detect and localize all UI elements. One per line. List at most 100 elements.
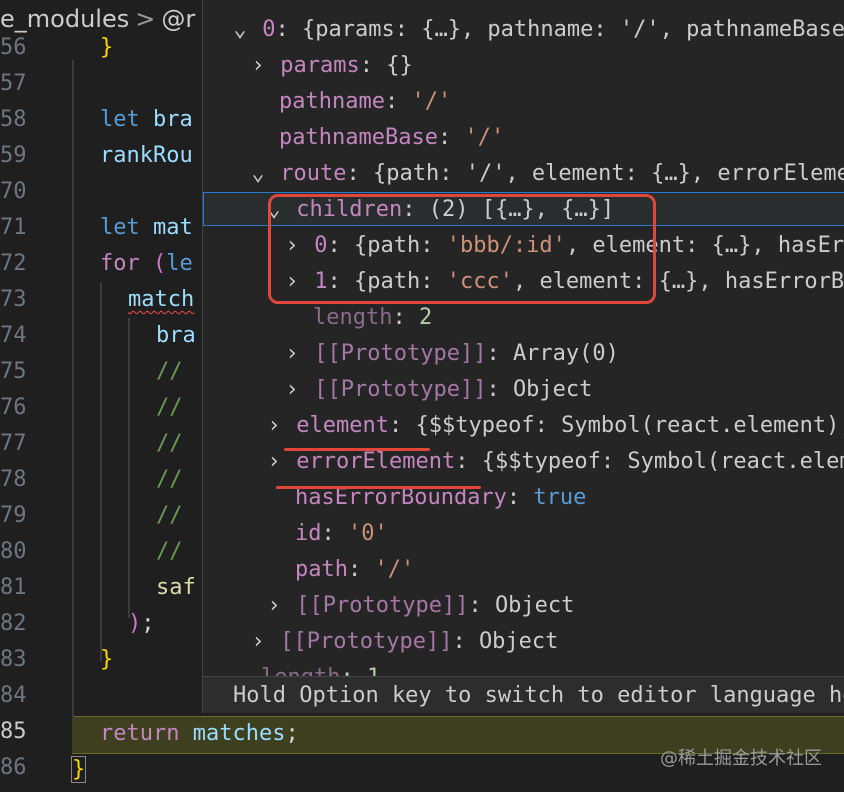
tree-row-partial[interactable]: length: 1	[261, 660, 380, 676]
hover-status-bar: Hold Option key to switch to editor lang…	[203, 676, 844, 713]
close-paren: )	[128, 611, 142, 636]
tree-value: '/'	[411, 89, 452, 114]
line-number: 83	[0, 647, 27, 672]
tree-row[interactable]: pathname: '/'	[279, 84, 451, 120]
code-line[interactable]: for (le	[100, 246, 193, 282]
keyword-return: return	[100, 721, 180, 746]
annotation-underline	[284, 448, 430, 451]
tree-value: 2	[418, 305, 433, 330]
code-line[interactable]: );	[128, 606, 155, 642]
comment-line[interactable]: //	[156, 390, 183, 426]
tree-key: errorElement	[296, 449, 456, 474]
colon: :	[388, 413, 403, 438]
variable-matches[interactable]: matches	[193, 721, 286, 746]
code-line[interactable]: }	[70, 752, 87, 788]
tree-row[interactable]: path: '/'	[295, 552, 414, 588]
indent-guide	[100, 282, 102, 662]
comment-line[interactable]: //	[156, 534, 183, 570]
tree-value: {$$typeof: Symbol(react.element),	[415, 413, 844, 438]
chevron-right-icon[interactable]: ›	[265, 408, 283, 444]
colon: :	[347, 557, 362, 582]
tree-row[interactable]: length: 2	[313, 300, 432, 336]
breadcrumb-segment[interactable]: @r	[161, 5, 195, 33]
comment-line[interactable]: //	[156, 498, 183, 534]
closing-brace: }	[100, 647, 114, 672]
tree-row[interactable]: › [[Prototype]]: Object	[265, 588, 574, 624]
comment-line[interactable]: //	[156, 354, 183, 390]
keyword-let: let	[100, 107, 140, 132]
tree-row[interactable]: pathnameBase: '/'	[279, 120, 504, 156]
tree-row[interactable]: id: '0'	[295, 516, 388, 552]
tree-key: path	[295, 557, 348, 582]
chevron-right-icon[interactable]: ›	[249, 48, 267, 84]
chevron-right-icon[interactable]: ›	[265, 588, 283, 624]
breadcrumb[interactable]: e_modules > @r	[0, 0, 195, 38]
code-line[interactable]: }	[100, 30, 113, 66]
chevron-down-icon[interactable]: ⌄	[249, 156, 267, 192]
colon: :	[384, 89, 399, 114]
line-number: 78	[0, 467, 27, 492]
line-number: 57	[0, 71, 27, 96]
code-line-return[interactable]: return matches;	[100, 716, 299, 752]
line-number: 85	[0, 719, 27, 744]
colon: :	[346, 161, 360, 186]
line-number: 71	[0, 215, 27, 240]
colon: :	[486, 377, 500, 402]
tree-row[interactable]: › params: {}	[249, 48, 412, 84]
breadcrumb-segment[interactable]: e_modules	[0, 5, 129, 33]
colon: :	[506, 485, 521, 510]
tree-row[interactable]: ⌄ route: {path: '/', element: {…}, error…	[249, 156, 844, 192]
code-line[interactable]: let bra	[100, 102, 193, 138]
code-line[interactable]: rankRou	[100, 138, 193, 174]
chevron-right-icon[interactable]: ›	[265, 444, 283, 480]
debug-hover-panel[interactable]: ⌄ 0: {params: {…}, pathname: '/', pathna…	[202, 0, 844, 713]
tree-row[interactable]: › element: {$$typeof: Symbol(react.eleme…	[265, 408, 844, 444]
chevron-right-icon[interactable]: ›	[283, 336, 301, 372]
tree-key: 0	[262, 17, 276, 42]
comment-line[interactable]: //	[156, 426, 183, 462]
tree-value: '/'	[464, 125, 505, 150]
tree-row[interactable]: ⌄ 0: {params: {…}, pathname: '/', pathna…	[231, 12, 844, 48]
indent-guide	[128, 318, 130, 618]
tree-value: true	[533, 485, 587, 510]
tree-key: id	[295, 521, 322, 546]
code-line[interactable]: saf	[156, 570, 196, 606]
code-line[interactable]: let mat	[100, 210, 193, 246]
tree-value: Object	[512, 377, 593, 402]
tree-value: '0'	[348, 521, 388, 546]
semicolon: ;	[285, 721, 299, 746]
tree-key: length	[261, 665, 340, 676]
colon: :	[452, 629, 466, 654]
annotation-underline	[276, 486, 481, 489]
partial-tree-row: length: 1	[203, 656, 844, 676]
colon: :	[340, 665, 353, 676]
line-number: 80	[0, 539, 27, 564]
tree-row[interactable]: › [[Prototype]]: Array(0)	[283, 336, 619, 372]
colon: :	[275, 17, 289, 42]
tree-row[interactable]: › [[Prototype]]: Object	[283, 372, 592, 408]
chevron-right-icon[interactable]: ›	[283, 372, 301, 408]
tree-key: pathnameBase	[279, 125, 438, 150]
function-call: saf	[156, 575, 196, 600]
comment-line[interactable]: //	[156, 462, 183, 498]
chevron-right-icon[interactable]: ›	[249, 624, 267, 660]
chevron-down-icon[interactable]: ⌄	[231, 12, 249, 48]
code-line[interactable]: bra	[156, 318, 196, 354]
tree-value: Object	[478, 629, 559, 654]
code-line[interactable]: match	[128, 282, 194, 318]
tree-key: [[Prototype]]	[314, 341, 487, 366]
variable: bra	[153, 107, 193, 132]
tree-key: [[Prototype]]	[314, 377, 487, 402]
colon: :	[455, 449, 469, 474]
closing-brace: }	[100, 35, 114, 60]
code-line[interactable]: }	[100, 642, 113, 678]
tree-row[interactable]: › [[Prototype]]: Object	[249, 624, 558, 660]
line-number: 79	[0, 503, 27, 528]
colon: :	[468, 593, 482, 618]
keyword-for: for	[100, 251, 140, 276]
colon: :	[392, 305, 406, 330]
line-number: 73	[0, 287, 27, 312]
variable-with-error: match	[128, 287, 195, 312]
line-number: 70	[0, 179, 27, 204]
line-number: 56	[0, 35, 27, 60]
